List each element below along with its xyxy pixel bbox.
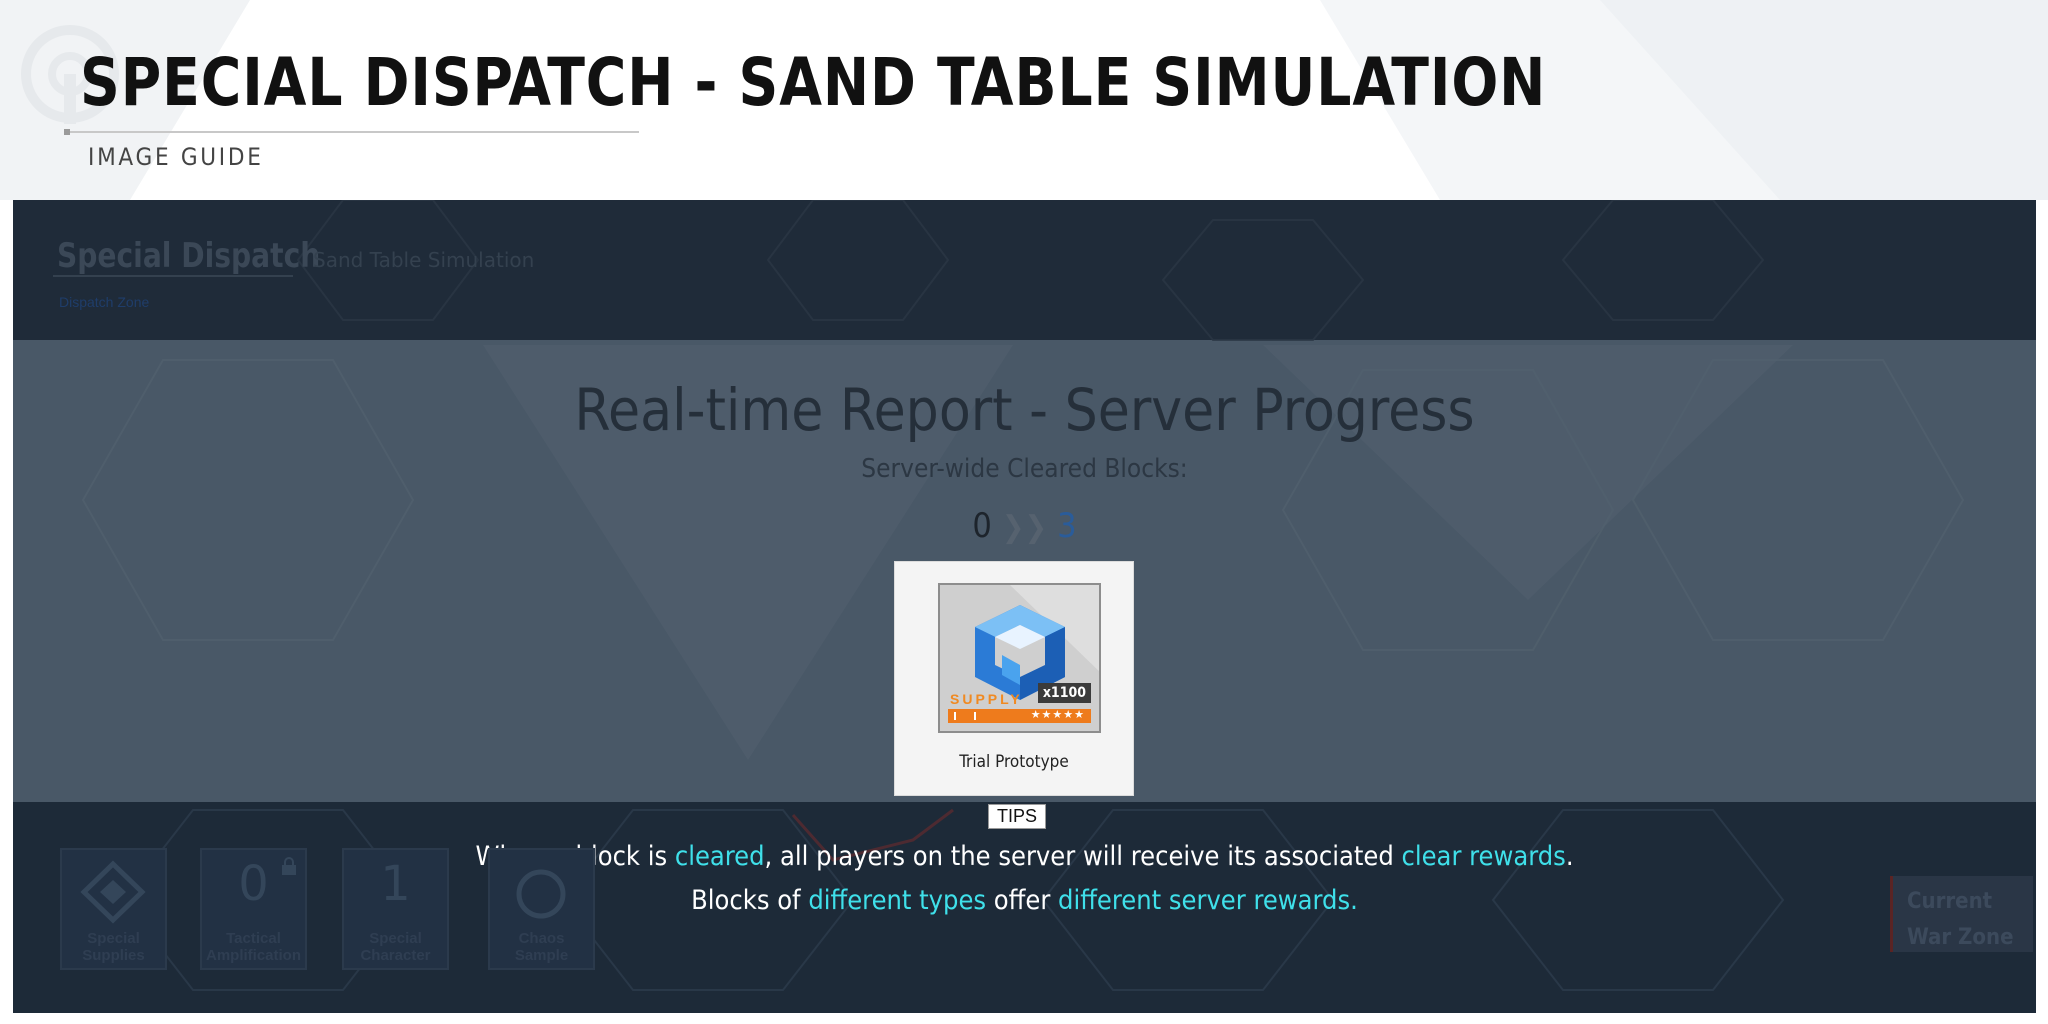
tip1-highlight-rewards: clear rewards: [1401, 841, 1566, 872]
tip1-text-c: , all players on the server will receive…: [764, 841, 1402, 872]
background-screen-subtitle: Sand Table Simulation: [313, 248, 535, 272]
report-subtitle: Server-wide Cleared Blocks:: [861, 454, 1188, 484]
tip2-highlight-server-rewards: different server rewards.: [1058, 885, 1358, 916]
background-screen-title: Special Dispatch: [57, 236, 321, 276]
dock-label-character: Special Character: [360, 930, 431, 964]
tip-line-2: Blocks of different types offer differen…: [13, 885, 2036, 916]
divider-marker: [64, 129, 70, 135]
dock-chaos-sample[interactable]: Chaos Sample: [488, 848, 595, 970]
background-breadcrumb: Dispatch Zone: [59, 294, 150, 310]
report-title: Real-time Report - Server Progress: [574, 376, 1475, 444]
rarity-ticks: [954, 712, 976, 720]
dock-special-supplies[interactable]: Special Supplies: [60, 848, 167, 970]
page-title: SPECIAL DISPATCH - SAND TABLE SIMULATION: [80, 44, 1547, 121]
reward-card[interactable]: x1100 SUPPLY ★★★★★ Trial Prototype: [894, 561, 1134, 796]
dock-label-tactical: Tactical Amplification: [205, 930, 301, 964]
chaos-sample-icon: [516, 869, 566, 919]
server-progress: 0 ❯❯ 3: [13, 506, 2036, 546]
war-zone-label: Current War Zone: [1907, 889, 2014, 950]
dock-label-special-supplies: Special Supplies: [82, 930, 145, 964]
lock-icon: [282, 857, 296, 875]
progress-current: 0: [972, 506, 992, 546]
tip-line-1: When a block is cleared, all players on …: [13, 841, 2036, 872]
supply-tag: SUPPLY: [950, 691, 1023, 707]
progress-arrow-icon: ❯❯: [1001, 510, 1048, 545]
tip2-text-c: offer: [986, 885, 1059, 916]
progress-target: 3: [1057, 506, 1077, 546]
dock-tactical-amplification[interactable]: 0 Tactical Amplification: [200, 848, 307, 970]
tip2-highlight-types: different types: [808, 885, 987, 916]
dock-special-character[interactable]: 1 Special Character: [342, 848, 449, 970]
tips-label: TIPS: [988, 804, 1047, 829]
reward-name: Trial Prototype: [959, 752, 1069, 772]
current-war-zone-button[interactable]: Current War Zone: [1890, 876, 2033, 952]
tip2-text-a: Blocks of: [691, 885, 809, 916]
reward-item-frame: x1100 SUPPLY ★★★★★: [938, 583, 1101, 733]
title-divider: [64, 131, 639, 133]
game-screenshot: Special Dispatch Sand Table Simulation D…: [13, 200, 2036, 1013]
dock-label-chaos: Chaos Sample: [514, 930, 569, 964]
tip1-text-e: .: [1565, 841, 1574, 872]
background-title-divider: [53, 275, 293, 277]
special-supplies-icon: [80, 860, 146, 924]
rarity-bar: ★★★★★: [948, 709, 1091, 723]
rarity-stars: ★★★★★: [1030, 709, 1085, 721]
dock-value-character: 1: [380, 856, 411, 912]
page-subtitle: IMAGE GUIDE: [88, 143, 264, 171]
tip1-highlight-cleared: cleared: [674, 841, 765, 872]
reward-quantity: x1100: [1037, 683, 1091, 703]
